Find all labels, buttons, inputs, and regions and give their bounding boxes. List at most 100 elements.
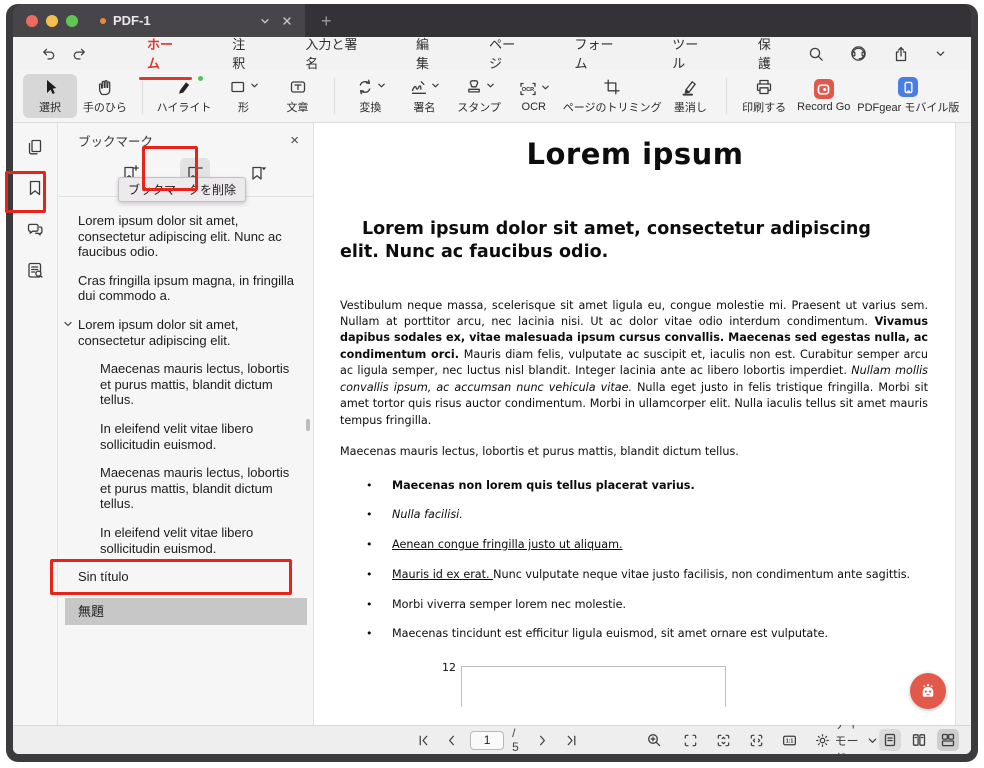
bookmarks-close-icon[interactable]: × <box>290 133 299 148</box>
bullet-dot: • <box>366 478 392 494</box>
close-window-button[interactable] <box>26 15 38 27</box>
bookmark-item-label: Lorem ipsum dolor sit amet, consectetur … <box>78 317 238 348</box>
chevron-down-icon <box>250 81 259 90</box>
page-number-input[interactable] <box>470 731 504 750</box>
doc-search-icon[interactable] <box>21 256 49 284</box>
text-run: Maecenas non lorem quis tellus placerat … <box>392 479 695 492</box>
text-run: Vestibulum neque massa, scelerisque sit … <box>340 299 928 328</box>
toolbar-button-形[interactable]: 形 <box>217 74 271 118</box>
bullet-text: Maecenas non lorem quis tellus placerat … <box>392 478 695 494</box>
document-scrollbar[interactable] <box>955 123 971 725</box>
bullet-dot: • <box>366 597 392 613</box>
bookmark-item[interactable]: In eleifend velit vitae libero sollicitu… <box>100 421 301 452</box>
bullet-dot: • <box>366 567 392 583</box>
minimize-window-button[interactable] <box>46 15 58 27</box>
bookmarks-icon[interactable] <box>21 174 49 202</box>
bookmark-panel-scrollbar[interactable] <box>306 419 310 431</box>
toolbar-button-label: 変換 <box>359 99 381 115</box>
bookmark-item-label: Maecenas mauris lectus, lobortis et puru… <box>100 361 289 407</box>
bookmark-item[interactable]: In eleifend velit vitae libero sollicitu… <box>100 525 301 556</box>
text-run: Aenean congue fringilla justo ut aliquam… <box>392 538 623 551</box>
expand-bookmark-icon[interactable] <box>244 158 274 188</box>
bookmark-item[interactable]: Lorem ipsum dolor sit amet, consectetur … <box>78 213 301 260</box>
text-run: Nulla facilisi. <box>392 508 463 521</box>
delete-bookmark-tooltip: ブックマークを削除 <box>118 177 246 202</box>
toolbar-button-スタンプ[interactable]: スタンプ <box>451 74 506 118</box>
toolbar-button-ハイライト[interactable]: ハイライト <box>152 74 217 118</box>
toolbar-button-手のひら[interactable]: 手のひら <box>77 74 133 118</box>
comments-icon[interactable] <box>21 215 49 243</box>
toolbar-divider <box>334 78 335 114</box>
chart-axis-tick: 12 <box>442 661 456 674</box>
toolbar-button-PDFgear モバイル版[interactable]: PDFgear モバイル版 <box>856 74 961 118</box>
bookmark-item[interactable]: Cras fringilla ipsum magna, in fringilla… <box>78 273 301 304</box>
view-mode-group <box>879 729 971 751</box>
bookmark-item-label: In eleifend velit vitae libero sollicitu… <box>100 525 253 556</box>
collapse-chevron-icon[interactable] <box>63 319 73 329</box>
bookmarks-panel-title: ブックマーク <box>78 131 153 150</box>
text-run: Maecenas tincidunt est efficitur ligula … <box>392 627 828 640</box>
bookmark-item[interactable]: 無題 <box>65 598 307 626</box>
svg-text:OCR: OCR <box>522 87 534 93</box>
thumbnails-icon[interactable] <box>21 133 49 161</box>
chart-plot-border <box>461 666 726 707</box>
tab-chevron-down-icon[interactable] <box>259 15 271 27</box>
bookmark-item[interactable]: Maecenas mauris lectus, lobortis et puru… <box>100 465 301 512</box>
support-icon[interactable] <box>849 44 868 63</box>
two-page-view-icon[interactable] <box>908 729 930 751</box>
fit-height-icon[interactable] <box>713 729 735 751</box>
toolbar-button-OCR[interactable]: OCROCR <box>507 76 561 116</box>
pdf-page: Lorem ipsum Lorem ipsum dolor sit amet, … <box>314 123 956 725</box>
document-tab[interactable]: PDF-1 <box>13 4 305 37</box>
mobile-icon <box>898 77 918 97</box>
toolbar-button-label: Record Go <box>797 101 850 113</box>
toolbar-button-ページのトリミング[interactable]: ページのトリミング <box>561 74 664 118</box>
doc-bullet-item: •Nulla facilisi. <box>366 507 916 523</box>
toolbar-button-署名[interactable]: 署名 <box>397 74 451 118</box>
doc-bullet-item: •Mauris id ex erat. Nunc vulputate neque… <box>366 567 916 583</box>
bookmark-item[interactable]: Lorem ipsum dolor sit amet, consectetur … <box>78 317 301 348</box>
robot-assistant-button[interactable] <box>910 673 946 709</box>
doc-bullet-item: •Morbi viverra semper lorem nec molestie… <box>366 597 916 613</box>
toolbar-button-label: PDFgear モバイル版 <box>857 99 959 115</box>
toolbar-divider <box>726 78 727 114</box>
titlebar: PDF-1 + <box>13 4 971 37</box>
ribbon-collapse-chevron-icon[interactable] <box>934 47 947 60</box>
undo-icon[interactable] <box>39 45 56 62</box>
prev-page-icon[interactable] <box>442 729 463 751</box>
search-icon[interactable] <box>807 45 825 63</box>
toolbar-button-Record Go[interactable]: Record Go <box>792 76 856 116</box>
toolbar-button-墨消し[interactable]: 墨消し <box>663 74 717 118</box>
toolbar-button-印刷する[interactable]: 印刷する <box>736 74 792 118</box>
toolbar-button-文章[interactable]: 文章 <box>271 74 325 118</box>
chart-fragment: 12 <box>442 666 956 707</box>
zoom-window-button[interactable] <box>66 15 78 27</box>
bookmark-item[interactable]: Maecenas mauris lectus, lobortis et puru… <box>100 361 301 408</box>
tab-close-icon[interactable] <box>281 15 293 27</box>
next-page-icon[interactable] <box>533 729 554 751</box>
fit-page-icon[interactable] <box>680 729 702 751</box>
toolbar-button-label: 署名 <box>413 99 435 115</box>
fit-width-icon[interactable] <box>746 729 768 751</box>
text-run: Nunc vulputate neque vitae justo facilis… <box>493 568 910 581</box>
text-run: Morbi viverra semper lorem nec molestie. <box>392 598 626 611</box>
toolbar-divider <box>142 78 143 114</box>
bookmark-item[interactable]: Sin título <box>78 569 301 585</box>
redact-icon <box>680 77 700 97</box>
last-page-icon[interactable] <box>561 729 582 751</box>
redo-icon[interactable] <box>72 45 89 62</box>
new-tab-button[interactable]: + <box>321 12 332 30</box>
statusbar: / 5 1:1 デイモード <box>13 725 971 754</box>
first-page-icon[interactable] <box>413 729 434 751</box>
toolbar-button-選択[interactable]: 選択 <box>23 74 77 118</box>
continuous-view-icon[interactable] <box>937 729 959 751</box>
share-icon[interactable] <box>892 45 910 63</box>
toolbar-button-label: 形 <box>238 99 249 115</box>
page-navigation: / 5 <box>413 726 582 754</box>
bullet-text: Mauris id ex erat. Nunc vulputate neque … <box>392 567 910 583</box>
toolbar-button-変換[interactable]: 変換 <box>343 74 397 118</box>
signature-icon <box>409 77 429 97</box>
actual-size-icon[interactable]: 1:1 <box>779 729 801 751</box>
single-page-view-icon[interactable] <box>879 729 901 751</box>
zoom-in-icon[interactable] <box>646 729 662 751</box>
